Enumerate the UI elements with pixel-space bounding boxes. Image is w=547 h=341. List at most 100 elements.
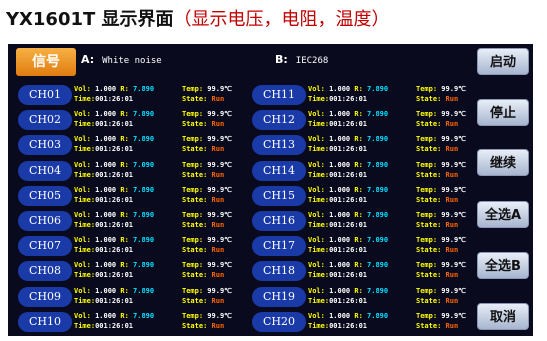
- state-value: Run: [211, 321, 225, 330]
- vol-label: Vol:: [308, 286, 325, 295]
- channel-button[interactable]: CH12: [252, 110, 306, 131]
- r-label: R:: [120, 160, 129, 169]
- channel-readout: Vol: 1.000 R: 7.890 Time:001:26:01 Temp: 9…: [74, 185, 250, 207]
- channel-button[interactable]: CH19: [252, 286, 306, 307]
- state-value: Run: [445, 195, 459, 204]
- time-label: Time:: [308, 145, 330, 154]
- vol-value: 1.000: [95, 160, 117, 169]
- state-label: State:: [182, 321, 208, 330]
- r-value: 7.890: [133, 286, 155, 295]
- vol-value: 1.000: [329, 135, 351, 144]
- cancel-button[interactable]: 取消: [477, 303, 529, 330]
- vol-label: Vol:: [308, 185, 325, 194]
- time-label: Time:: [74, 271, 96, 280]
- r-value: 7.090: [133, 160, 155, 169]
- temp-value: 99.9℃: [207, 135, 233, 144]
- channel-button[interactable]: CH08: [18, 261, 72, 282]
- vol-value: 1.000: [95, 261, 117, 270]
- r-value: 7.890: [367, 211, 389, 219]
- channel-readout: Vol: 1.000 R: 7.890 Time:001:26:01 Temp: 9…: [308, 311, 484, 333]
- channel-button[interactable]: CH17: [252, 236, 306, 257]
- channel-button[interactable]: CH07: [18, 236, 72, 257]
- r-label: R:: [354, 286, 363, 295]
- temp-label: Temp:: [416, 110, 438, 119]
- temp-label: Temp:: [416, 135, 438, 144]
- vol-label: Vol:: [308, 135, 325, 144]
- channel-button[interactable]: CH03: [18, 135, 72, 156]
- time-value: 001:26:01: [95, 221, 134, 229]
- state-label: State:: [416, 271, 442, 280]
- vol-label: Vol:: [308, 160, 325, 169]
- time-label: Time:: [308, 296, 330, 305]
- signal-button[interactable]: 信号: [16, 48, 76, 76]
- state-value: Run: [445, 170, 459, 179]
- channel-readout: Vol: 1.000 R: 7.090 Time:001:26:01 Temp: 9…: [308, 235, 484, 257]
- temp-value: 99.9℃: [207, 211, 233, 219]
- vol-label: Vol:: [74, 261, 91, 270]
- channel-button[interactable]: CH04: [18, 160, 72, 181]
- channel-readout: Vol: 1.000 R: 7.890 Time:001:26:01 Temp: 9…: [74, 134, 250, 156]
- channel-readout: Vol: 1.000 R: 7.890 Time:001:26:01 Temp: 9…: [74, 286, 250, 308]
- continue-button[interactable]: 继续: [477, 149, 529, 176]
- state-value: Run: [211, 170, 225, 179]
- vol-value: 1.000: [95, 135, 117, 144]
- r-label: R:: [354, 185, 363, 194]
- channel-button[interactable]: CH10: [18, 311, 72, 332]
- channel-button[interactable]: CH06: [18, 211, 72, 231]
- temp-value: 99.9℃: [441, 110, 467, 119]
- time-value: 001:26:01: [329, 170, 368, 179]
- r-label: R:: [120, 85, 129, 93]
- r-label: R:: [354, 261, 363, 270]
- channel-button[interactable]: CH09: [18, 286, 72, 307]
- r-value: 7.890: [367, 135, 389, 144]
- time-value: 001:26:01: [329, 221, 368, 229]
- vol-label: Vol:: [308, 261, 325, 270]
- temp-label: Temp:: [182, 286, 204, 295]
- channel-button[interactable]: CH01: [18, 85, 72, 105]
- vol-label: Vol:: [308, 211, 325, 219]
- state-value: Run: [445, 321, 459, 330]
- select-all-b-button[interactable]: 全选B: [477, 252, 529, 279]
- r-label: R:: [120, 211, 129, 219]
- r-label: R:: [354, 236, 363, 245]
- temp-value: 99.9℃: [441, 261, 467, 270]
- source-b: B: IEC268: [275, 53, 328, 66]
- temp-value: 99.9℃: [441, 211, 467, 219]
- channel-button[interactable]: CH02: [18, 110, 72, 131]
- state-label: State:: [416, 221, 442, 229]
- channel-button[interactable]: CH13: [252, 135, 306, 156]
- channel-readout: Vol: 1.000 R: 7.890 Time:001:26:01 Temp: 9…: [308, 134, 484, 156]
- time-value: 001:26:01: [95, 296, 134, 305]
- vol-value: 1.000: [329, 160, 351, 169]
- channel-button[interactable]: CH14: [252, 160, 306, 181]
- select-all-a-button[interactable]: 全选A: [477, 201, 529, 228]
- temp-value: 99.9℃: [207, 236, 233, 245]
- channel-button[interactable]: CH20: [252, 311, 306, 332]
- channel-button[interactable]: CH15: [252, 185, 306, 206]
- channel-button[interactable]: CH11: [252, 85, 306, 105]
- vol-value: 1.000: [329, 185, 351, 194]
- state-label: State:: [182, 120, 208, 129]
- state-value: Run: [211, 195, 225, 204]
- r-value: 7.890: [133, 261, 155, 270]
- state-label: State:: [416, 170, 442, 179]
- time-value: 001:26:01: [95, 120, 134, 129]
- r-label: R:: [120, 236, 129, 245]
- channel-button[interactable]: CH16: [252, 211, 306, 231]
- temp-value: 99.9℃: [207, 85, 233, 93]
- time-value: 001:26:01: [95, 195, 134, 204]
- channel-button[interactable]: CH18: [252, 261, 306, 282]
- vol-value: 1.000: [95, 311, 117, 320]
- temp-label: Temp:: [182, 185, 204, 194]
- r-value: 7.890: [367, 110, 389, 119]
- vol-value: 1.000: [95, 185, 117, 194]
- time-label: Time:: [308, 195, 330, 204]
- time-label: Time:: [74, 120, 96, 129]
- time-label: Time:: [74, 321, 96, 330]
- start-button[interactable]: 启动: [477, 48, 529, 75]
- time-label: Time:: [308, 271, 330, 280]
- channel-button[interactable]: CH05: [18, 185, 72, 206]
- state-value: Run: [445, 120, 459, 129]
- r-value: 7.890: [133, 85, 155, 93]
- stop-button[interactable]: 停止: [477, 99, 529, 126]
